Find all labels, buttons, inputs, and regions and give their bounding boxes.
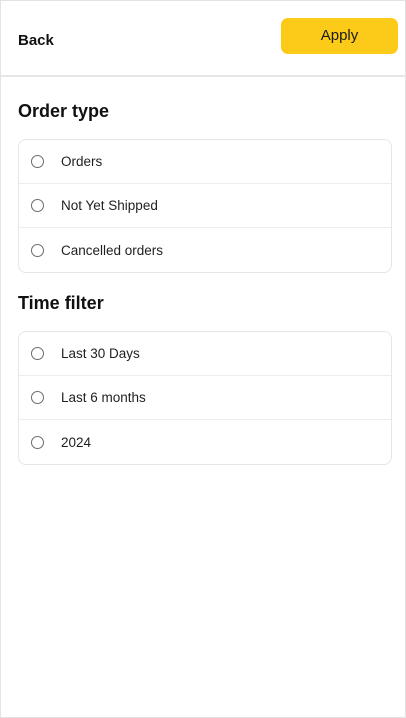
option-label: Orders: [61, 154, 103, 169]
radio-button[interactable]: [31, 243, 44, 257]
header-bar: Back Apply: [1, 1, 405, 77]
option-last-6-months[interactable]: Last 6 months: [19, 376, 391, 420]
option-label: Not Yet Shipped: [61, 198, 158, 213]
option-orders[interactable]: Orders: [19, 140, 391, 184]
apply-button[interactable]: Apply: [281, 17, 398, 54]
radio-button[interactable]: [31, 199, 44, 212]
option-not-yet-shipped[interactable]: Not Yet Shipped: [19, 184, 391, 228]
radio-button[interactable]: [31, 347, 44, 360]
option-last-30-days[interactable]: Last 30 Days: [19, 332, 391, 376]
order-type-title: Order type: [18, 101, 110, 121]
radio-button[interactable]: [31, 391, 44, 404]
filter-panel: Back Apply Order type Orders Not Yet Shi…: [0, 0, 406, 718]
option-label: Cancelled orders: [61, 242, 164, 258]
option-2024[interactable]: 2024: [19, 420, 391, 464]
option-label: 2024: [61, 434, 92, 450]
option-label: Last 30 Days: [61, 346, 140, 361]
back-link[interactable]: Back: [18, 32, 54, 49]
radio-button[interactable]: [31, 155, 44, 168]
time-filter-section: Time filter Last 30 Days Last 6 months 2…: [1, 273, 405, 465]
option-label: Last 6 months: [61, 390, 146, 405]
order-type-section: Order type Orders Not Yet Shipped Cancel…: [1, 77, 405, 273]
order-type-options: Orders Not Yet Shipped Cancelled orders: [18, 139, 392, 273]
time-filter-options: Last 30 Days Last 6 months 2024: [18, 331, 392, 465]
time-filter-title: Time filter: [18, 293, 104, 313]
radio-button[interactable]: [31, 435, 44, 449]
option-cancelled-orders[interactable]: Cancelled orders: [19, 228, 391, 272]
